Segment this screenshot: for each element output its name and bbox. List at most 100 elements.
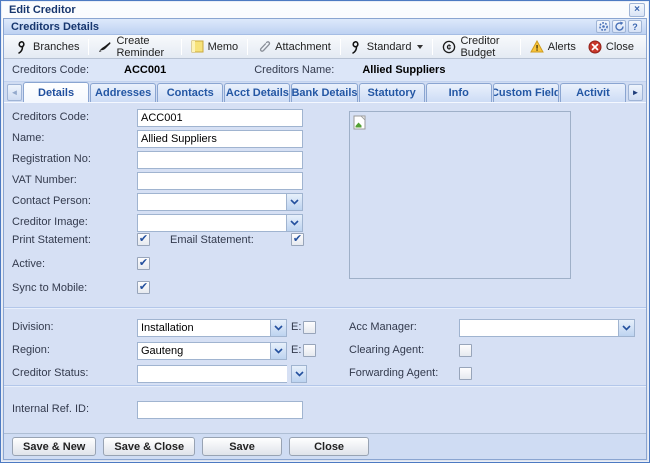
registration-no-input[interactable] (137, 151, 303, 169)
creditor-image-select[interactable] (137, 214, 303, 232)
details-tab-content: Creditors Code: Name: Registration No: V… (4, 103, 646, 433)
general-section: Creditors Code: Name: Registration No: V… (4, 103, 646, 308)
active-label: Active: (12, 258, 45, 270)
division-label: Division: (12, 321, 54, 333)
branches-button[interactable]: Branches (10, 38, 85, 56)
tab-acct-details[interactable]: Acct Details (224, 83, 290, 102)
division-select[interactable]: Installation (137, 319, 287, 337)
window-title: Edit Creditor (9, 4, 76, 16)
save-button[interactable]: Save (202, 437, 282, 456)
creditor-status-label: Creditor Status: (12, 367, 88, 379)
tab-activities[interactable]: Activit (560, 83, 626, 102)
toolbar-separator (247, 39, 248, 55)
memo-button[interactable]: Memo (185, 38, 245, 55)
forwarding-agent-checkbox[interactable] (459, 367, 472, 380)
help-button[interactable]: ? (628, 20, 642, 33)
vat-number-label: VAT Number: (12, 174, 77, 186)
chevron-down-icon[interactable] (291, 365, 307, 383)
toolbar-separator (340, 39, 341, 55)
classification-section: Division: Installation E: Region: Gauten… (4, 309, 646, 386)
memo-icon (191, 40, 204, 53)
edit-creditor-dialog: Edit Creditor × Creditors Details (0, 0, 650, 463)
help-icon: ? (632, 22, 638, 32)
refresh-button[interactable] (612, 20, 626, 33)
chevron-down-icon[interactable] (286, 194, 302, 210)
close-icon: × (634, 4, 640, 15)
chevron-down-icon (417, 45, 423, 49)
active-checkbox[interactable]: ✔ (137, 257, 150, 270)
sync-to-mobile-label: Sync to Mobile: (12, 282, 87, 294)
tab-statutory[interactable]: Statutory (359, 83, 425, 102)
settings-button[interactable] (596, 20, 610, 33)
tab-strip: ◄ Details Addresses Contacts Acct Detail… (4, 82, 646, 103)
creditors-code-label: Creditors Code: (12, 111, 89, 123)
save-and-new-button[interactable]: Save & New (12, 437, 96, 456)
tab-bank-details[interactable]: Bank Details (291, 83, 357, 102)
toolbar-close-label: Close (606, 41, 634, 53)
sync-to-mobile-checkbox[interactable]: ✔ (137, 281, 150, 294)
arrow-right-icon: ► (632, 88, 640, 97)
creditor-info-bar: Creditors Code: ACC001 Creditors Name: A… (4, 59, 646, 82)
chevron-down-icon[interactable] (270, 320, 286, 336)
arrow-left-icon: ◄ (11, 88, 19, 97)
creditor-image-preview (349, 111, 571, 279)
toolbar-separator (520, 39, 521, 55)
panel-title: Creditors Details (11, 21, 99, 33)
print-statement-label: Print Statement: (12, 234, 91, 246)
svg-text:¢: ¢ (447, 42, 452, 52)
registration-no-label: Registration No: (12, 153, 91, 165)
creditors-code-input[interactable] (137, 109, 303, 127)
paperclip-icon (257, 40, 271, 53)
name-input[interactable] (137, 130, 303, 148)
acc-manager-select[interactable] (459, 319, 635, 337)
brush-icon (98, 40, 112, 53)
save-and-close-button[interactable]: Save & Close (103, 437, 195, 456)
branches-label: Branches (33, 41, 79, 53)
chevron-down-icon[interactable] (270, 343, 286, 359)
footer-button-bar: Save & New Save & Close Save Close (4, 433, 646, 459)
chevron-down-icon[interactable] (286, 215, 302, 231)
tab-addresses[interactable]: Addresses (90, 83, 156, 102)
creditors-code-header-value: ACC001 (124, 64, 166, 76)
branch-icon (16, 40, 29, 54)
check-icon: ✔ (139, 257, 148, 269)
acc-manager-label: Acc Manager: (349, 321, 417, 333)
creditor-status-select[interactable] (137, 365, 287, 383)
alerts-button[interactable]: Alerts (524, 38, 582, 55)
tab-scroll-left-button[interactable]: ◄ (7, 84, 22, 101)
creditor-budget-button[interactable]: ¢ Creditor Budget (436, 33, 516, 61)
division-e-checkbox[interactable] (303, 321, 316, 334)
contact-person-select[interactable] (137, 193, 303, 211)
create-reminder-button[interactable]: Create Reminder (92, 33, 177, 61)
close-button[interactable]: Close (289, 437, 369, 456)
tab-contacts[interactable]: Contacts (157, 83, 223, 102)
region-select[interactable]: Gauteng (137, 342, 287, 360)
tab-details[interactable]: Details (23, 82, 89, 102)
clearing-agent-checkbox[interactable] (459, 344, 472, 357)
region-e-checkbox[interactable] (303, 344, 316, 357)
toolbar-separator (181, 39, 182, 55)
window-close-button[interactable]: × (629, 3, 645, 17)
print-statement-checkbox[interactable]: ✔ (137, 233, 150, 246)
standard-label: Standard (367, 41, 412, 53)
memo-label: Memo (208, 41, 239, 53)
chevron-down-icon[interactable] (618, 320, 634, 336)
attachment-button[interactable]: Attachment (251, 38, 337, 55)
check-icon: ✔ (293, 233, 302, 245)
vat-number-input[interactable] (137, 172, 303, 190)
close-circle-icon (588, 40, 602, 54)
creditors-details-panel: Creditors Details ? (3, 18, 647, 460)
toolbar-separator (432, 39, 433, 55)
warning-icon (530, 40, 544, 53)
tab-scroll-right-button[interactable]: ► (628, 84, 643, 101)
tab-info[interactable]: Info (426, 83, 492, 102)
standard-button[interactable]: Standard (344, 38, 430, 56)
email-statement-checkbox[interactable]: ✔ (291, 233, 304, 246)
internal-ref-id-input[interactable] (137, 401, 303, 419)
title-bar: Edit Creditor × (1, 1, 649, 18)
budget-icon: ¢ (442, 40, 456, 54)
internal-ref-id-label: Internal Ref. ID: (12, 403, 89, 415)
toolbar-close-button[interactable]: Close (582, 38, 640, 56)
attachment-label: Attachment (275, 41, 331, 53)
tab-custom-field[interactable]: Custom Field (493, 83, 559, 102)
